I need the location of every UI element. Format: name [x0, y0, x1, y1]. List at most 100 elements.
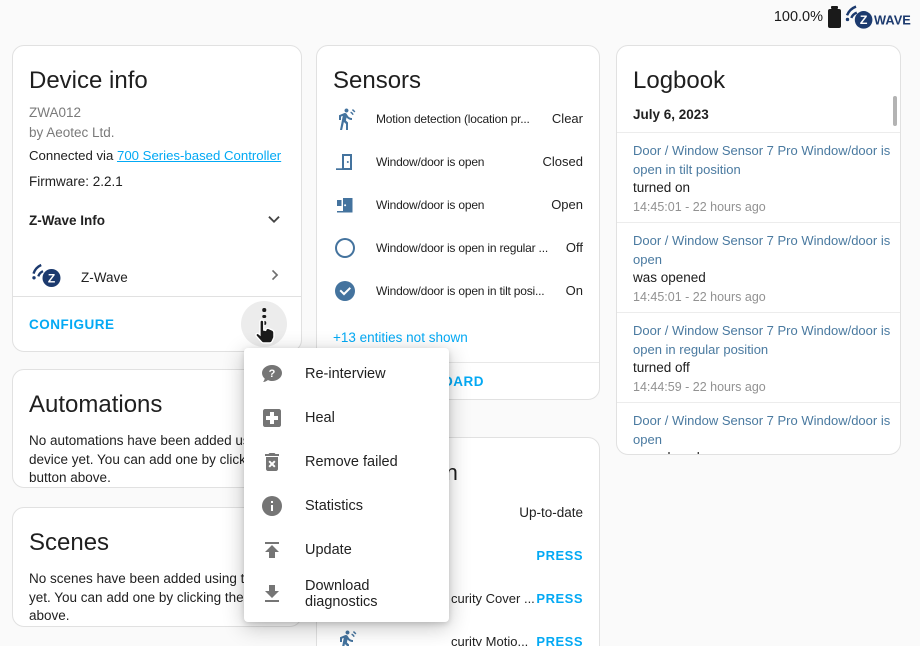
sensor-state: On — [566, 283, 583, 298]
menu-item-statistics[interactable]: Statistics — [244, 484, 449, 528]
sensor-row[interactable]: Window/door is open Open — [317, 183, 599, 226]
chevron-down-icon — [263, 208, 285, 233]
config-row-state: Up-to-date — [519, 505, 583, 520]
zwave-brand-logo: Z WAVE — [838, 3, 912, 36]
zwave-icon: Z — [29, 261, 65, 294]
config-row[interactable]: curity Motio... PRESS — [317, 620, 599, 646]
sensor-state: Open — [551, 197, 583, 212]
logbook-entity-name-line: Door / Window Sensor 7 Pro Window/door i… — [633, 411, 884, 430]
chat-question-icon: ? — [260, 362, 284, 386]
logbook-entity-name-line: open — [633, 430, 884, 449]
menu-item-label: Remove failed — [305, 454, 398, 470]
logbook-entity-name[interactable]: Door / Window Sensor 7 Pro Window/door i… — [633, 231, 884, 269]
motion-sensor-icon — [333, 107, 357, 131]
hand-cursor-icon — [249, 316, 279, 351]
sensor-label: Motion detection (location pr... — [376, 112, 546, 126]
logbook-action: turned on — [633, 179, 884, 197]
connected-via-line: Connected via 700 Series-based Controlle… — [29, 146, 285, 166]
logbook-action: was opened — [633, 269, 884, 287]
logbook-entry[interactable]: Door / Window Sensor 7 Pro Window/door i… — [617, 402, 900, 455]
configure-button[interactable]: CONFIGURE — [29, 317, 115, 332]
menu-item-label: Statistics — [305, 498, 363, 514]
logbook-timestamp: 14:44:59 - 22 hours ago — [633, 379, 884, 395]
menu-item-heal[interactable]: Heal — [244, 396, 449, 440]
press-button[interactable]: PRESS — [536, 548, 583, 563]
logbook-timestamp: 14:45:01 - 22 hours ago — [633, 289, 884, 305]
sensors-title: Sensors — [317, 46, 599, 95]
sensors-card: Sensors Motion detection (location pr...… — [316, 45, 600, 400]
logbook-timestamp: 14:45:01 - 22 hours ago — [633, 199, 884, 215]
logbook-entity-name[interactable]: Door / Window Sensor 7 Pro Window/door i… — [633, 321, 884, 359]
top-bar: 100.0% Z WAVE — [0, 0, 920, 36]
circle-outline-icon — [333, 236, 357, 260]
logbook-entry[interactable]: Door / Window Sensor 7 Pro Window/door i… — [617, 312, 900, 402]
device-info-card: Device info ZWA012 by Aeotec Ltd. Connec… — [12, 45, 302, 352]
zwave-integration-row[interactable]: Z Z-Wave — [29, 261, 285, 294]
controller-link[interactable]: 700 Series-based Controller — [117, 148, 281, 163]
menu-item-label: Heal — [305, 410, 335, 426]
logbook-entries: Door / Window Sensor 7 Pro Window/door i… — [617, 132, 900, 455]
sensor-rows: Motion detection (location pr... Clear Win… — [317, 97, 599, 312]
sensor-state: Closed — [543, 154, 583, 169]
chevron-right-icon — [265, 265, 285, 290]
logbook-scrollbar[interactable] — [893, 96, 897, 126]
press-button[interactable]: PRESS — [536, 591, 583, 606]
sensor-label: Window/door is open — [376, 198, 545, 212]
logbook-title: Logbook — [617, 46, 900, 95]
publish-icon — [260, 538, 284, 562]
logbook-entity-name-line: Door / Window Sensor 7 Pro Window/door i… — [633, 231, 884, 250]
config-row-label: curity Motio... — [451, 634, 528, 646]
config-row-label: curity Cover ... — [451, 591, 535, 606]
logbook-entity-name[interactable]: Door / Window Sensor 7 Pro Window/door i… — [633, 141, 884, 179]
logbook-entity-name-line: open in tilt position — [633, 160, 884, 179]
logbook-entity-name[interactable]: Door / Window Sensor 7 Pro Window/door i… — [633, 411, 884, 449]
battery-percentage: 100.0% — [774, 9, 823, 25]
sensor-label: Window/door is open in regular ... — [376, 241, 560, 255]
svg-text:WAVE: WAVE — [874, 13, 911, 28]
menu-item-download-diagnostics[interactable]: Download diagnostics — [244, 572, 449, 616]
sensor-row[interactable]: Window/door is open in tilt posi... On — [317, 269, 599, 312]
svg-text:?: ? — [269, 368, 276, 380]
zwave-info-expander[interactable]: Z-Wave Info — [29, 208, 285, 232]
logbook-entity-name-line: Door / Window Sensor 7 Pro Window/door i… — [633, 141, 884, 160]
information-icon — [260, 494, 284, 518]
sensor-state: Clear — [552, 111, 583, 126]
menu-item-re-interview[interactable]: ? Re-interview — [244, 352, 449, 396]
sensor-label: Window/door is open — [376, 155, 537, 169]
device-actions-menu: ? Re-interview Heal Remove failed Statistics… — [244, 348, 449, 622]
logbook-action: was closed — [633, 449, 884, 455]
logbook-entity-name-line: open in regular position — [633, 340, 884, 359]
logbook-date-header: July 6, 2023 — [633, 107, 884, 122]
menu-items: ? Re-interview Heal Remove failed Statistics… — [244, 352, 449, 616]
logbook-entry[interactable]: Door / Window Sensor 7 Pro Window/door i… — [617, 132, 900, 222]
zwave-row-label: Z-Wave — [81, 270, 128, 285]
zwave-info-label: Z-Wave Info — [29, 213, 105, 228]
svg-text:Z: Z — [860, 13, 868, 27]
sensor-row[interactable]: Window/door is open Closed — [317, 140, 599, 183]
device-menu-button[interactable] — [241, 301, 287, 347]
connected-via-prefix: Connected via — [29, 148, 117, 163]
menu-item-remove-failed[interactable]: Remove failed — [244, 440, 449, 484]
device-info-title: Device info — [13, 46, 301, 95]
hospital-box-icon — [260, 406, 284, 430]
device-card-footer: CONFIGURE — [13, 296, 301, 351]
menu-item-update[interactable]: Update — [244, 528, 449, 572]
sensor-state: Off — [566, 240, 583, 255]
logbook-entry[interactable]: Door / Window Sensor 7 Pro Window/door i… — [617, 222, 900, 312]
sensor-label: Window/door is open in tilt posi... — [376, 284, 560, 298]
device-model: ZWA012 — [29, 103, 285, 123]
svg-text:Z: Z — [48, 271, 55, 285]
sensor-row[interactable]: Window/door is open in regular ... Off — [317, 226, 599, 269]
delete-forever-icon — [260, 450, 284, 474]
logbook-action: turned off — [633, 359, 884, 377]
entities-not-shown-link[interactable]: +13 entities not shown — [333, 330, 583, 345]
sensor-row[interactable]: Motion detection (location pr... Clear — [317, 97, 599, 140]
logbook-entity-name-line: open — [633, 250, 884, 269]
logbook-card: Logbook July 6, 2023 Door / Window Senso… — [616, 45, 901, 455]
firmware-version: Firmware: 2.2.1 — [29, 172, 285, 192]
check-circle-icon — [333, 279, 357, 303]
device-model-block: ZWA012 by Aeotec Ltd. — [29, 103, 285, 143]
menu-item-label: Re-interview — [305, 366, 386, 382]
press-button[interactable]: PRESS — [536, 634, 583, 646]
download-icon — [260, 582, 284, 606]
